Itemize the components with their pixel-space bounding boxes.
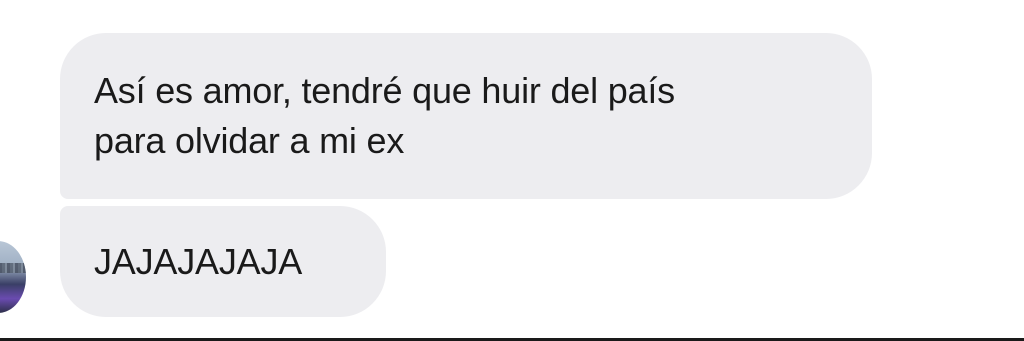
message-bubble[interactable]: JAJAJAJAJA	[60, 206, 386, 317]
message-thread: Así es amor, tendré que huir del país pa…	[0, 0, 1024, 341]
avatar[interactable]	[0, 241, 26, 313]
message-bubble[interactable]: Así es amor, tendré que huir del país pa…	[60, 33, 872, 199]
avatar-photo-icon	[0, 263, 26, 273]
